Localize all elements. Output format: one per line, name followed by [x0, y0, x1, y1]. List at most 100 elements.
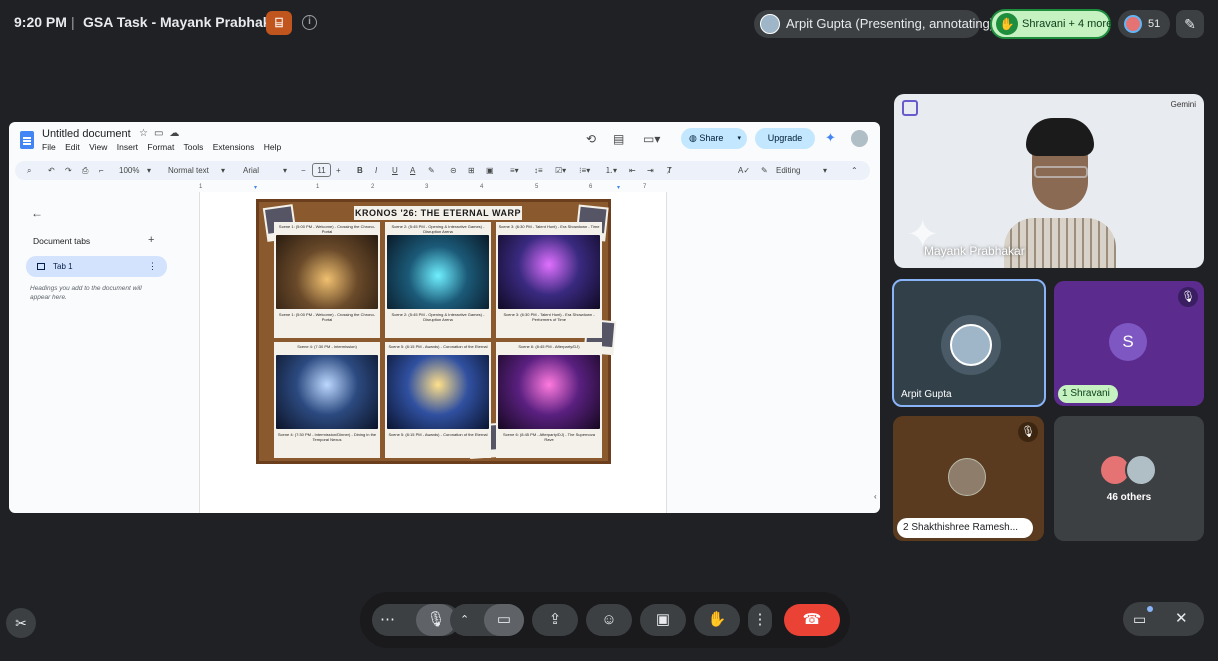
more-options-mic-group: ⋯ 🎙	[372, 604, 460, 636]
menu-tools[interactable]: Tools	[184, 142, 204, 152]
style-select[interactable]: Normal text	[168, 161, 209, 180]
host-controls-icon[interactable]: ⌸	[266, 11, 292, 35]
participants-avatar-icon	[1124, 15, 1142, 33]
bold-icon[interactable]: B	[357, 161, 363, 180]
meet-video-icon[interactable]: ▭▾	[643, 132, 660, 146]
insert-image-icon[interactable]: ▣	[486, 161, 494, 180]
pin-off-icon[interactable]: ✂	[6, 608, 36, 638]
numbered-list-icon[interactable]: ⒈▾	[605, 161, 617, 180]
link-icon[interactable]: ⊝	[450, 161, 457, 180]
chat-icon[interactable]: ▭	[1133, 602, 1146, 636]
share-button[interactable]: ◍ Share ▾	[681, 128, 747, 149]
document-page[interactable]: KRONOS '26: THE ETERNAL WARP Scene 1: (5…	[199, 192, 667, 513]
increase-font-icon[interactable]: +	[336, 161, 341, 180]
tile-shakthishree[interactable]: 🎙 2 Shakthishree Ramesh...	[893, 416, 1044, 541]
star-move-cloud-icons[interactable]: ☆▭☁	[139, 128, 185, 139]
user-avatar[interactable]	[851, 130, 868, 147]
poster-title: KRONOS '26: THE ETERNAL WARP	[354, 206, 522, 220]
presenter-chip[interactable]: Arpit Gupta (Presenting, annotating)	[754, 10, 994, 38]
tile-arpit-gupta[interactable]: Arpit Gupta	[892, 279, 1046, 407]
tile-shravani[interactable]: 🎙 S 1 Shravani	[1054, 281, 1204, 406]
avatar	[941, 315, 1001, 375]
poster-image[interactable]: KRONOS '26: THE ETERNAL WARP Scene 1: (5…	[256, 199, 617, 464]
decrease-font-icon[interactable]: −	[301, 161, 306, 180]
font-size-input[interactable]: 11	[312, 163, 331, 177]
share-dropdown-icon[interactable]: ▾	[737, 128, 741, 149]
search-menus-icon[interactable]: ⌕	[27, 161, 31, 180]
zoom-select[interactable]: 100%	[119, 161, 139, 180]
raised-hand-icon: ✋	[996, 13, 1018, 35]
participants-chip[interactable]: 51	[1118, 10, 1170, 38]
back-arrow-icon[interactable]: ←	[31, 206, 43, 220]
style-chevron-icon: ▾	[221, 166, 226, 175]
participant-name: Arpit Gupta	[901, 389, 952, 400]
scene-panel-3: Scene 3: (6:30 PM - Talent Hunt) - Era S…	[496, 222, 602, 338]
participant-video	[1004, 118, 1116, 268]
collapse-toolbar-icon[interactable]: ⌃	[851, 161, 858, 180]
add-tab-icon[interactable]: +	[148, 234, 154, 246]
menu-edit[interactable]: Edit	[65, 142, 80, 152]
font-select[interactable]: Arial	[243, 161, 259, 180]
paint-format-icon[interactable]: ⌐	[99, 161, 104, 180]
bullet-list-icon[interactable]: ⁝≡▾	[579, 161, 590, 180]
checklist-icon[interactable]: ☑▾	[555, 161, 566, 180]
scroll-left-icon[interactable]: ‹	[874, 492, 877, 501]
tile-mayank-prabhakar[interactable]: Gemini ✦ Mayank Prabhakar	[894, 94, 1204, 268]
editing-mode-select[interactable]: Editing	[776, 161, 800, 180]
comment-icon[interactable]: ▤	[613, 132, 624, 146]
menu-format[interactable]: Format	[147, 142, 174, 152]
line-spacing-icon[interactable]: ↕≡	[534, 161, 543, 180]
presenter-avatar	[760, 14, 780, 34]
text-color-icon[interactable]: A	[410, 161, 415, 180]
host-tools-icon[interactable]: ✕	[1175, 602, 1188, 636]
shared-screen-docs: Untitled document ☆▭☁ File Edit View Ins…	[9, 122, 880, 513]
history-icon[interactable]: ⟲	[586, 132, 596, 146]
underline-icon[interactable]: U	[392, 161, 398, 180]
menu-insert[interactable]: Insert	[117, 142, 138, 152]
end-call-icon[interactable]: ☎	[784, 604, 840, 636]
control-bar: ⋯ 🎙 ⌃ ▭ ⇪ ☺ ▣ ✋ ⋮ ☎	[360, 592, 850, 648]
indent-marker-icon[interactable]: ▾	[254, 184, 257, 191]
raise-hand-icon[interactable]: ✋	[694, 604, 740, 636]
tile-others[interactable]: 46 others	[1054, 416, 1204, 541]
chat-and-tools-group: ▭ ✕	[1123, 602, 1204, 636]
video-options-chevron-icon[interactable]: ⌃	[460, 604, 469, 636]
align-icon[interactable]: ≡▾	[510, 161, 519, 180]
more-vert-icon[interactable]: ⋮	[748, 604, 772, 636]
menu-file[interactable]: File	[42, 142, 56, 152]
tabs-hint: Headings you add to the document will ap…	[30, 285, 142, 301]
spellcheck-icon[interactable]: A✓	[738, 161, 750, 180]
add-comment-icon[interactable]: ⊞	[468, 161, 475, 180]
raised-hand-badge: 1 Shravani	[1058, 385, 1118, 403]
emoji-reaction-icon[interactable]: ☺	[586, 604, 632, 636]
redo-icon[interactable]: ↷	[65, 161, 72, 180]
decrease-indent-icon[interactable]: ⇤	[629, 161, 636, 180]
zoom-chevron-icon: ▾	[147, 166, 152, 175]
annotate-pen-icon[interactable]: ✎	[1176, 10, 1204, 38]
italic-icon[interactable]: I	[375, 161, 377, 180]
undo-icon[interactable]: ↶	[48, 161, 55, 180]
doc-toolbar: ⌕ ↶ ↷ ⎙ ⌐ 100% ▾ Normal text ▾ Arial ▾ −…	[15, 161, 870, 180]
increase-indent-icon[interactable]: ⇥	[647, 161, 654, 180]
meeting-info-icon[interactable]: i	[302, 15, 317, 30]
tab-1[interactable]: Tab 1 ⋮	[26, 256, 167, 277]
captions-icon[interactable]: ▣	[640, 604, 686, 636]
present-screen-icon[interactable]: ⇪	[532, 604, 578, 636]
mic-off-icon: 🎙	[1178, 287, 1198, 307]
right-indent-marker-icon[interactable]: ▾	[617, 184, 620, 191]
clear-formatting-icon[interactable]: Ⱦ	[667, 161, 672, 180]
highlight-icon[interactable]: ✎	[428, 161, 435, 180]
tab-options-icon[interactable]: ⋮	[148, 256, 157, 277]
scene-4-top-caption: Scene 4: (7:30 PM - Intermission)	[297, 344, 357, 349]
camera-icon[interactable]: ▭	[484, 604, 524, 636]
menu-extensions[interactable]: Extensions	[213, 142, 255, 152]
doc-title[interactable]: Untitled document	[42, 128, 131, 140]
print-icon[interactable]: ⎙	[82, 161, 88, 180]
more-options-icon[interactable]: ⋯	[380, 604, 395, 636]
gemini-icon[interactable]: ✦	[825, 130, 836, 146]
org-logo-icon	[902, 100, 918, 116]
menu-help[interactable]: Help	[264, 142, 281, 152]
raised-hands-chip[interactable]: ✋ Shravani + 4 more	[990, 9, 1112, 39]
menu-view[interactable]: View	[89, 142, 107, 152]
upgrade-button[interactable]: Upgrade	[755, 128, 815, 149]
